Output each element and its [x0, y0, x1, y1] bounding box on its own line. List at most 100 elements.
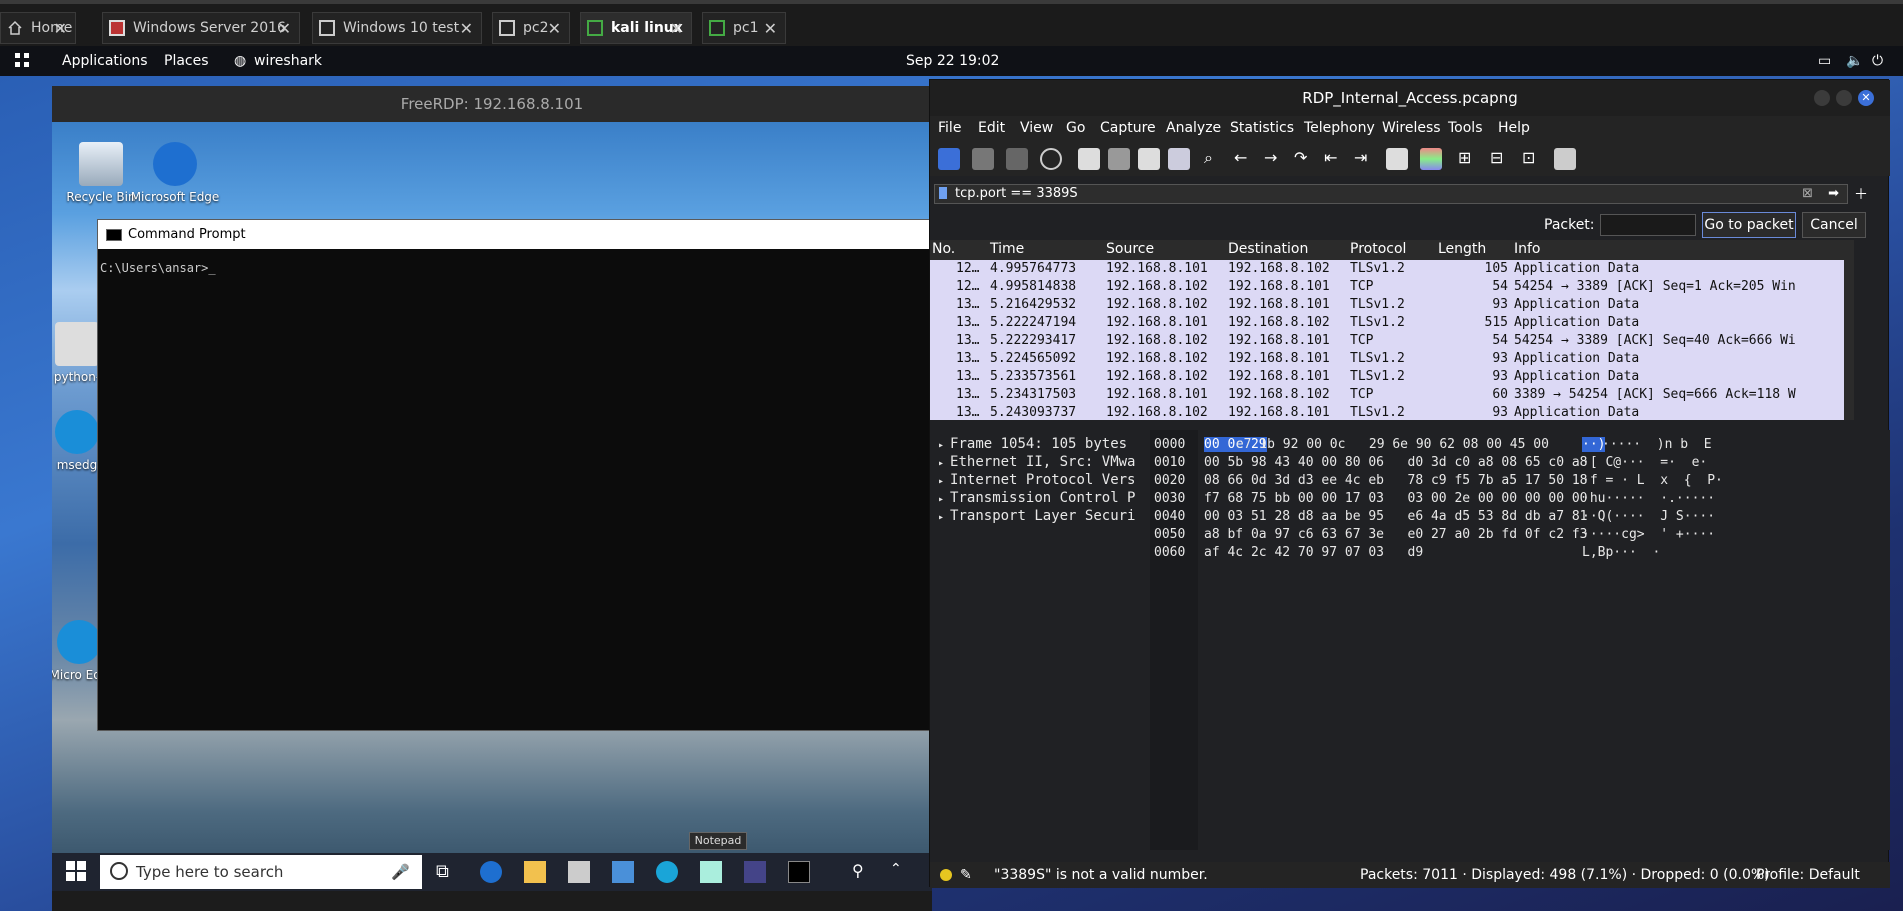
add-filter-icon[interactable]: ＋ [1854, 184, 1868, 204]
edit-comment-icon[interactable]: ✎ [960, 867, 972, 883]
hex-row[interactable]: 0040 00 03 51 28 d8 aa be 95 e6 4a d5 53 … [1150, 508, 1890, 526]
packet-row[interactable]: 13… 5.222247194 192.168.8.101 192.168.8.102… [930, 314, 1844, 332]
hex-row[interactable]: 0060 af 4c 2c 42 70 97 07 03 d9 L,Bp··· · [1150, 544, 1890, 562]
goto-packet-icon[interactable]: ↷ [1294, 148, 1316, 170]
expert-info-icon[interactable] [940, 869, 952, 881]
col-destination[interactable]: Destination [1228, 241, 1308, 257]
close-icon[interactable]: ✕ [548, 19, 561, 38]
hex-row[interactable]: 0050 a8 bf 0a 97 c6 63 67 3e e0 27 a0 2b … [1150, 526, 1890, 544]
power-icon[interactable]: ⏻ [1872, 53, 1883, 69]
hex-row[interactable]: 0030 f7 68 75 bb 00 00 17 03 03 00 2e 00 … [1150, 490, 1890, 508]
autoscroll-icon[interactable] [1386, 148, 1408, 170]
tab-home[interactable]: Home ✕ [0, 12, 76, 44]
tab-pc1[interactable]: pc1 ✕ [702, 12, 786, 44]
close-icon[interactable]: ✕ [460, 19, 473, 38]
packet-row[interactable]: 13… 5.243093737 192.168.8.102 192.168.8.101… [930, 404, 1844, 420]
close-icon[interactable]: ✕ [278, 19, 291, 38]
packet-list[interactable]: 12… 4.995764773 192.168.8.101 192.168.8.102… [930, 260, 1844, 420]
packet-row[interactable]: 13… 5.222293417 192.168.8.102 192.168.8.101… [930, 332, 1844, 350]
capture-options-icon[interactable] [1040, 148, 1062, 170]
hex-row[interactable]: 0020 08 66 0d 3d d3 ee 4c eb 78 c9 f5 7b … [1150, 472, 1890, 490]
menu-edit[interactable]: Edit [978, 120, 1005, 136]
close-icon[interactable]: ✕ [54, 19, 67, 38]
tab-kali-linux[interactable]: kali linux ✕ [580, 12, 692, 44]
forward-arrow-icon[interactable]: → [1264, 148, 1286, 170]
close-icon[interactable]: ✕ [670, 19, 683, 38]
zoom-out-icon[interactable]: ⊟ [1490, 148, 1512, 170]
back-arrow-icon[interactable]: ← [1234, 148, 1256, 170]
menu-telephony[interactable]: Telephony [1304, 120, 1375, 136]
colorize-icon[interactable] [1420, 148, 1442, 170]
last-packet-icon[interactable]: ⇥ [1354, 148, 1376, 170]
close-file-icon[interactable] [1138, 148, 1160, 170]
menu-analyze[interactable]: Analyze [1166, 120, 1221, 136]
first-packet-icon[interactable]: ⇤ [1324, 148, 1346, 170]
normal-size-icon[interactable]: ⊡ [1522, 148, 1544, 170]
save-file-icon[interactable] [1108, 148, 1130, 170]
profile-label[interactable]: Profile: Default [1756, 867, 1860, 883]
clock[interactable]: Sep 22 19:02 [906, 53, 999, 69]
detail-row[interactable]: ▸ Ethernet II, Src: VMwa [930, 454, 1150, 472]
minimize-button[interactable] [1814, 90, 1830, 106]
resize-columns-icon[interactable] [1554, 148, 1576, 170]
col-info[interactable]: Info [1514, 241, 1541, 257]
detail-row[interactable]: ▸ Frame 1054: 105 bytes [930, 436, 1150, 454]
bookmark-icon[interactable] [939, 187, 947, 199]
zoom-in-icon[interactable]: ⊞ [1458, 148, 1480, 170]
menu-file[interactable]: File [938, 120, 961, 136]
store-icon[interactable] [568, 861, 590, 883]
chevron-up-icon[interactable]: ⌃ [890, 861, 912, 883]
packet-bytes-pane[interactable]: 0000 00 0c 29 e7 1b 92 00 0c 29 6e 90 62 … [1150, 430, 1890, 850]
expand-arrow-icon[interactable]: ▸ [938, 494, 950, 505]
edge-taskbar-icon[interactable] [480, 861, 502, 883]
menu-view[interactable]: View [1020, 120, 1053, 136]
edge-shortcut[interactable]: Microsoft Edge [130, 142, 220, 204]
command-prompt-window[interactable]: Command Prompt C:\Users\ansar>_ [97, 219, 932, 731]
col-length[interactable]: Length [1438, 241, 1486, 257]
detail-row[interactable]: ▸ Transmission Control P [930, 490, 1150, 508]
app-grid-icon[interactable] [14, 52, 30, 72]
volume-icon[interactable]: 🔈 [1846, 53, 1863, 69]
windows-start-icon[interactable] [66, 861, 88, 883]
close-icon[interactable]: ✕ [764, 19, 777, 38]
packet-row[interactable]: 13… 5.234317503 192.168.8.101 192.168.8.102… [930, 386, 1844, 404]
task-view-icon[interactable]: ⧉ [436, 861, 458, 883]
packet-number-input[interactable] [1600, 214, 1696, 236]
start-capture-icon[interactable] [938, 148, 960, 170]
menu-tools[interactable]: Tools [1448, 120, 1483, 136]
places-menu[interactable]: Places [164, 53, 209, 69]
cmd-console[interactable]: C:\Users\ansar>_ [98, 249, 931, 275]
hex-row[interactable]: 0010 00 5b 98 43 40 00 80 06 d0 3d c0 a8 … [1150, 454, 1890, 472]
file-explorer-icon[interactable] [524, 861, 546, 883]
tab-windows-10-test[interactable]: Windows 10 test ✕ [312, 12, 482, 44]
detail-row[interactable]: ▸ Internet Protocol Vers [930, 472, 1150, 490]
packet-details-pane[interactable]: ▸ Frame 1054: 105 bytes ▸ Ethernet II, Sr… [930, 430, 1150, 850]
detail-row[interactable]: ▸ Transport Layer Securi [930, 508, 1150, 526]
close-button[interactable]: ✕ [1858, 90, 1874, 106]
menu-statistics[interactable]: Statistics [1230, 120, 1294, 136]
stop-capture-icon[interactable] [972, 148, 994, 170]
menu-capture[interactable]: Capture [1100, 120, 1156, 136]
packet-row[interactable]: 12… 4.995764773 192.168.8.101 192.168.8.102… [930, 260, 1844, 278]
packet-row[interactable]: 12… 4.995814838 192.168.8.102 192.168.8.101… [930, 278, 1844, 296]
expand-arrow-icon[interactable]: ▸ [938, 476, 950, 487]
reload-file-icon[interactable] [1168, 148, 1190, 170]
expand-arrow-icon[interactable]: ▸ [938, 512, 950, 523]
col-source[interactable]: Source [1106, 241, 1154, 257]
tab-pc2[interactable]: pc2 ✕ [492, 12, 570, 44]
packet-row[interactable]: 13… 5.224565092 192.168.8.102 192.168.8.101… [930, 350, 1844, 368]
notepad-icon[interactable] [700, 861, 722, 883]
packet-list-scrollbar[interactable] [1844, 240, 1854, 420]
cancel-button[interactable]: Cancel [1802, 212, 1866, 238]
go-to-packet-button[interactable]: Go to packet [1702, 212, 1796, 238]
expand-arrow-icon[interactable]: ▸ [938, 458, 950, 469]
mail-icon[interactable] [612, 861, 634, 883]
edge-new-icon[interactable] [656, 861, 678, 883]
microphone-icon[interactable]: 🎤 [391, 863, 410, 881]
screen-icon[interactable]: ▭ [1818, 53, 1831, 69]
wireshark-window[interactable]: RDP_Internal_Access.pcapng ✕ File Edit V… [929, 79, 1890, 888]
open-file-icon[interactable] [1078, 148, 1100, 170]
menu-help[interactable]: Help [1498, 120, 1530, 136]
maximize-button[interactable] [1836, 90, 1852, 106]
tab-windows-server-2016[interactable]: Windows Server 2016 ✕ [102, 12, 300, 44]
